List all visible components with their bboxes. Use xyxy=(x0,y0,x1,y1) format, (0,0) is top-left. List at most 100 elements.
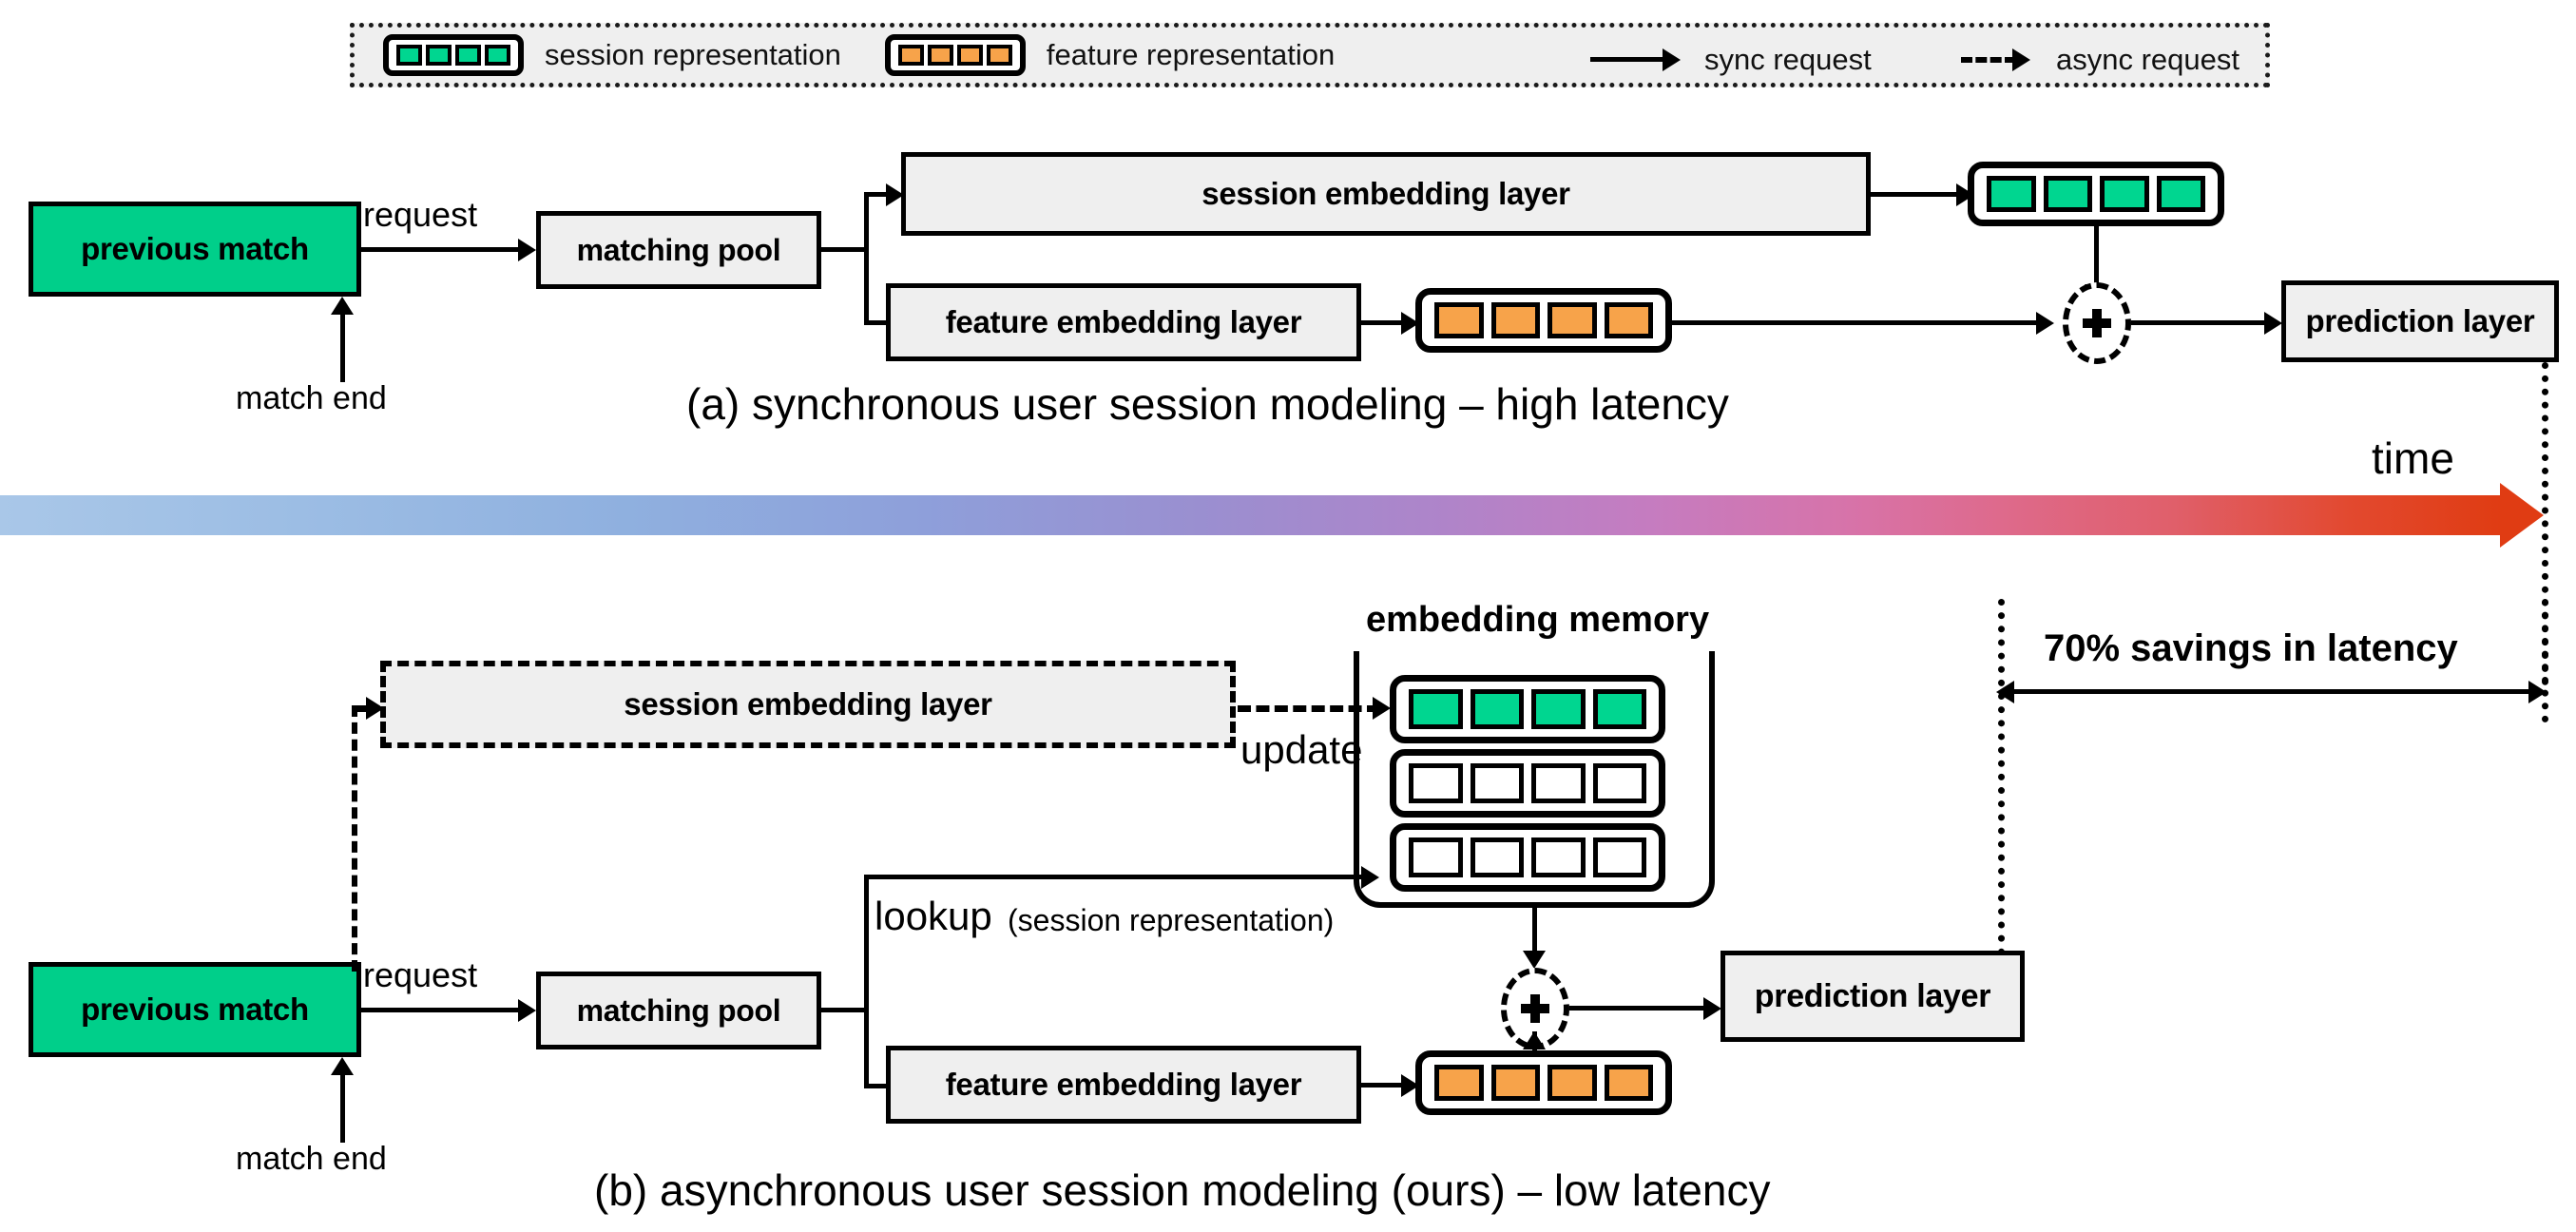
panel-b-memory-to-plus-line xyxy=(1532,908,1537,955)
panel-b-plus-to-prediction-line xyxy=(1569,1006,1712,1011)
panel-a-sum-node: + xyxy=(2063,282,2131,364)
memory-cell xyxy=(1409,689,1463,729)
panel-b-memory-bracket-tick-left xyxy=(1354,651,1358,672)
memory-cell xyxy=(1592,689,1646,729)
panel-b-lookup-line xyxy=(864,875,1368,879)
timeline-label: time xyxy=(2372,433,2454,483)
panel-a-bus-vertical xyxy=(864,192,869,325)
timeline-gradient-bar xyxy=(0,495,2500,535)
memory-cell xyxy=(1531,763,1586,803)
panel-a-feature-vector xyxy=(1415,288,1672,353)
panel-b-previous-match-label: previous match xyxy=(81,991,309,1027)
vector-cell xyxy=(1490,302,1540,338)
panel-b-request-arrow-icon xyxy=(518,999,536,1022)
panel-b-feature-embedding-layer-label: feature embedding layer xyxy=(945,1067,1302,1102)
panel-b-memory-row-active xyxy=(1390,675,1665,743)
panel-a-request-line xyxy=(361,247,521,252)
vector-cell xyxy=(1604,1065,1653,1101)
chip-cell xyxy=(455,45,481,66)
legend-label-async: async request xyxy=(2056,43,2240,76)
legend-label-sync: sync request xyxy=(1704,43,1872,76)
panel-b-request-label: request xyxy=(363,955,478,994)
panel-b-matching-pool-label: matching pool xyxy=(576,992,781,1028)
chip-cell xyxy=(927,45,953,66)
panel-a-match-end-label: match end xyxy=(236,380,387,416)
vector-cell xyxy=(1434,1065,1484,1101)
panel-a-caption: (a) synchronous user session modeling – … xyxy=(686,379,1729,429)
vector-cell xyxy=(1490,1065,1540,1101)
panel-a-session-vector xyxy=(1968,162,2224,226)
legend-dashed-arrow-head-icon xyxy=(2012,48,2030,71)
panel-a-session-embedding-layer-label: session embedding layer xyxy=(1201,176,1570,211)
panel-b-vector-to-plus-arrow-icon xyxy=(1523,1031,1546,1049)
chip-cell xyxy=(956,45,983,66)
panel-b-memory-bracket-tick-right xyxy=(1710,651,1715,672)
panel-b-session-embedding-layer-box[interactable]: session embedding layer xyxy=(380,661,1236,748)
feature-representation-chip xyxy=(884,34,1026,76)
savings-marker-right xyxy=(2542,599,2548,722)
panel-b-previous-match-box[interactable]: previous match xyxy=(29,962,361,1057)
memory-cell xyxy=(1470,689,1524,729)
legend-label-session: session representation xyxy=(545,38,841,71)
vector-cell xyxy=(2100,176,2149,212)
panel-a-match-end-arrow-icon xyxy=(331,297,354,315)
panel-a-session-to-vector-line xyxy=(1871,192,1966,197)
panel-b-update-label: update xyxy=(1240,727,1363,772)
panel-b-bus-stub xyxy=(821,1008,869,1012)
panel-a-matching-pool-label: matching pool xyxy=(576,232,781,267)
panel-a-session-embedding-layer-box[interactable]: session embedding layer xyxy=(901,152,1871,236)
panel-a-prediction-layer-box[interactable]: prediction layer xyxy=(2281,280,2559,362)
panel-a-prediction-layer-label: prediction layer xyxy=(2305,303,2535,338)
panel-b-match-end-line xyxy=(340,1074,345,1143)
panel-a-plus-to-prediction-line xyxy=(2131,320,2274,325)
panel-a-match-end-line xyxy=(340,314,345,382)
panel-b-match-end-label: match end xyxy=(236,1141,387,1177)
legend-solid-arrow-icon xyxy=(1590,57,1664,62)
savings-arrow-right-icon xyxy=(2528,681,2547,703)
panel-a-matching-pool-box[interactable]: matching pool xyxy=(536,211,821,289)
panel-a-feature-embedding-layer-label: feature embedding layer xyxy=(945,304,1302,339)
memory-cell xyxy=(1592,763,1646,803)
panel-b-prediction-arrow-icon xyxy=(1703,997,1721,1020)
panel-b-memory-to-plus-arrow-icon xyxy=(1523,951,1546,969)
vector-cell xyxy=(1604,302,1653,338)
vector-cell xyxy=(1987,176,2036,212)
panel-a-vector-to-plus-line xyxy=(2094,226,2099,289)
vector-cell xyxy=(2156,176,2205,212)
panel-a-previous-match-label: previous match xyxy=(81,231,309,266)
savings-label: 70% savings in latency xyxy=(2044,627,2458,669)
panel-b-session-embedding-layer-label: session embedding layer xyxy=(624,686,992,722)
panel-a-vector-to-plus-line-2 xyxy=(1672,320,2043,325)
panel-b-memory-row-empty-2 xyxy=(1390,823,1665,892)
legend-solid-arrow-head-icon xyxy=(1663,48,1681,71)
panel-b-prediction-layer-box[interactable]: prediction layer xyxy=(1721,951,2025,1042)
vector-cell xyxy=(1434,302,1484,338)
panel-b-memory-row-empty-1 xyxy=(1390,749,1665,818)
legend-label-feature: feature representation xyxy=(1046,38,1336,71)
memory-cell xyxy=(1531,689,1586,729)
chip-cell xyxy=(396,45,422,66)
vector-cell xyxy=(1548,1065,1597,1101)
panel-b-request-line xyxy=(361,1008,521,1012)
panel-a-prediction-arrow-icon xyxy=(2264,312,2282,335)
timeline-arrow-head-icon xyxy=(2500,483,2544,548)
session-representation-chip xyxy=(383,34,524,76)
panel-a-feature-embedding-layer-box[interactable]: feature embedding layer xyxy=(886,283,1361,361)
panel-b-prediction-layer-label: prediction layer xyxy=(1754,977,1991,1014)
panel-b-lookup-label: lookup xyxy=(875,894,992,938)
panel-b-feature-embedding-layer-box[interactable]: feature embedding layer xyxy=(886,1046,1361,1124)
chip-cell xyxy=(485,45,510,66)
memory-cell xyxy=(1531,837,1586,877)
panel-b-feature-vector xyxy=(1415,1050,1672,1115)
figure-canvas: session representation feature represent… xyxy=(0,0,2576,1232)
memory-cell xyxy=(1409,763,1463,803)
panel-b-matching-pool-box[interactable]: matching pool xyxy=(536,972,821,1049)
legend-panel: session representation feature represent… xyxy=(350,23,2270,87)
panel-b-match-end-arrow-icon xyxy=(331,1057,354,1075)
panel-a-request-arrow-icon xyxy=(518,239,536,261)
panel-a-previous-match-box[interactable]: previous match xyxy=(29,202,361,297)
savings-arrow-left-icon xyxy=(1996,681,2014,703)
chip-cell xyxy=(426,45,452,66)
panel-a-plus-in-arrow-icon xyxy=(2036,312,2054,335)
panel-a-bus-stub xyxy=(821,247,869,252)
